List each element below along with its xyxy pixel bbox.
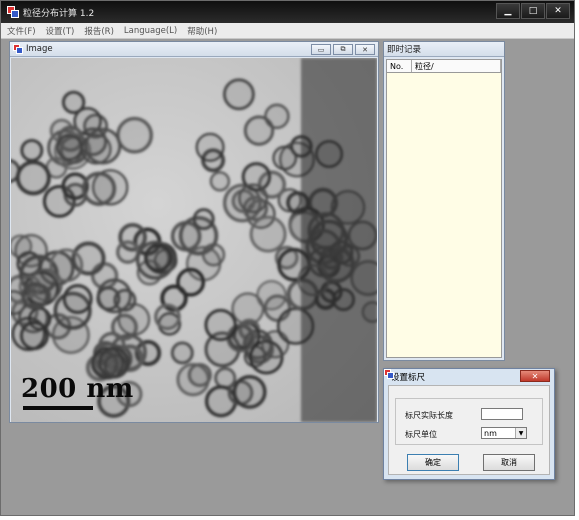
image-restore-button[interactable]: ⧉ bbox=[333, 44, 353, 55]
record-list[interactable]: No. 粒径/ bbox=[386, 59, 502, 358]
image-window-title: Image bbox=[26, 44, 53, 54]
record-list-header: No. 粒径/ bbox=[387, 60, 501, 73]
scale-length-input[interactable] bbox=[481, 408, 523, 420]
scale-unit-select[interactable]: nm ▼ bbox=[481, 427, 527, 439]
main-window: 粒径分布计算 1.2 ▁ □ ✕ 文件(F) 设置(T) 报告(R) Langu… bbox=[0, 0, 575, 516]
menu-report[interactable]: 报告(R) bbox=[84, 25, 114, 37]
image-window-titlebar[interactable]: Image ▭ ⧉ ✕ bbox=[10, 42, 378, 57]
menu-settings[interactable]: 设置(T) bbox=[46, 25, 75, 37]
image-close-button[interactable]: ✕ bbox=[355, 44, 375, 55]
menu-help[interactable]: 帮助(H) bbox=[187, 25, 217, 37]
app-title: 粒径分布计算 1.2 bbox=[23, 8, 95, 19]
tem-micrograph[interactable]: 200 nm bbox=[11, 58, 377, 422]
scale-unit-value: nm bbox=[484, 428, 497, 438]
maximize-button[interactable]: □ bbox=[521, 3, 545, 19]
dialog-title: 设置标尺 bbox=[391, 372, 426, 383]
window-controls: ▁ □ ✕ bbox=[496, 3, 570, 19]
image-window-controls: ▭ ⧉ ✕ bbox=[311, 44, 375, 55]
dialog-close-button[interactable]: ✕ bbox=[520, 370, 550, 382]
nanoparticle-micrograph-image bbox=[11, 58, 377, 422]
record-window-titlebar[interactable]: 即时记录 bbox=[384, 42, 504, 57]
set-scale-dialog: 设置标尺 ✕ 标尺实际长度 标尺单位 nm ▼ 确定 取消 bbox=[383, 368, 555, 480]
dialog-titlebar[interactable]: 设置标尺 ✕ bbox=[384, 369, 554, 384]
app-titlebar[interactable]: 粒径分布计算 1.2 ▁ □ ✕ bbox=[1, 1, 574, 23]
menu-language[interactable]: Language(L) bbox=[124, 26, 177, 36]
record-window: 即时记录 No. 粒径/ bbox=[383, 41, 505, 361]
column-header-no[interactable]: No. bbox=[387, 60, 412, 72]
scale-bar-label: 200 nm bbox=[21, 374, 134, 404]
scale-unit-label: 标尺单位 bbox=[405, 430, 437, 439]
dropdown-arrow-icon[interactable]: ▼ bbox=[515, 428, 526, 438]
scale-length-label: 标尺实际长度 bbox=[405, 411, 453, 420]
dialog-body: 标尺实际长度 标尺单位 nm ▼ 确定 取消 bbox=[388, 385, 550, 475]
record-window-title: 即时记录 bbox=[387, 45, 422, 55]
image-minimize-button[interactable]: ▭ bbox=[311, 44, 331, 55]
image-window-icon bbox=[13, 44, 23, 54]
image-window: Image ▭ ⧉ ✕ 200 nm bbox=[9, 41, 379, 423]
ok-button[interactable]: 确定 bbox=[407, 454, 459, 471]
cancel-button[interactable]: 取消 bbox=[483, 454, 535, 471]
menu-file[interactable]: 文件(F) bbox=[7, 25, 36, 37]
scale-bar bbox=[23, 406, 93, 410]
minimize-button[interactable]: ▁ bbox=[496, 3, 520, 19]
close-button[interactable]: ✕ bbox=[546, 3, 570, 19]
app-logo-icon bbox=[7, 6, 19, 18]
column-header-size[interactable]: 粒径/ bbox=[412, 60, 501, 72]
menu-bar: 文件(F) 设置(T) 报告(R) Language(L) 帮助(H) bbox=[1, 23, 574, 39]
